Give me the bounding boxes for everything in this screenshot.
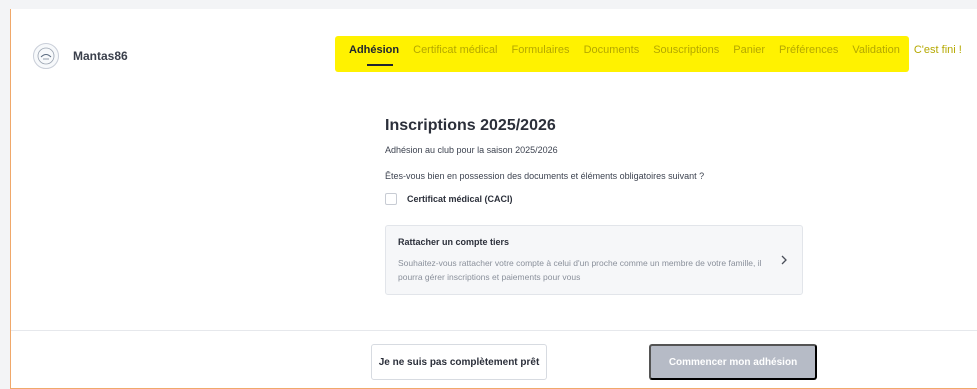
nav-step-cest-fini[interactable]: C'est fini ! <box>914 44 962 56</box>
caci-checkbox-row[interactable]: Certificat médical (CACI) <box>385 193 805 205</box>
brand[interactable]: Mantas86 <box>33 43 128 69</box>
nav-step-panier[interactable]: Panier <box>733 44 765 56</box>
nav-step-validation[interactable]: Validation <box>852 44 900 56</box>
not-ready-button[interactable]: Je ne suis pas complètement prêt <box>371 344 547 380</box>
requirements-question: Êtes-vous bien en possession des documen… <box>385 171 705 181</box>
nav-step-preferences[interactable]: Préférences <box>779 44 838 56</box>
page-subtitle: Adhésion au club pour la saison 2025/202… <box>385 145 558 155</box>
nav-step-certificat-medical[interactable]: Certificat médical <box>413 44 497 56</box>
page-title: Inscriptions 2025/2026 <box>385 117 556 134</box>
start-membership-button[interactable]: Commencer mon adhésion <box>649 344 817 380</box>
active-step-underline <box>367 64 393 66</box>
footer-divider <box>11 330 977 331</box>
club-name: Mantas86 <box>73 49 128 63</box>
nav-step-documents[interactable]: Documents <box>584 44 640 56</box>
card-description: Souhaitez-vous rattacher votre compte à … <box>398 258 762 282</box>
chevron-right-icon[interactable] <box>780 254 790 266</box>
nav-step-formulaires[interactable]: Formulaires <box>511 44 569 56</box>
caci-checkbox[interactable] <box>385 193 397 205</box>
header: Mantas86 Adhésion Certificat médical For… <box>11 9 977 85</box>
app-frame: Mantas86 Adhésion Certificat médical For… <box>10 9 977 389</box>
nav-step-souscriptions[interactable]: Souscriptions <box>653 44 719 56</box>
link-third-party-account-card[interactable]: Rattacher un compte tiers Souhaitez-vous… <box>385 225 803 295</box>
caci-checkbox-label[interactable]: Certificat médical (CACI) <box>407 194 513 204</box>
club-logo-icon <box>33 43 59 69</box>
card-title: Rattacher un compte tiers <box>398 237 510 247</box>
step-navigation: Adhésion Certificat médical Formulaires … <box>349 44 976 56</box>
nav-step-adhesion[interactable]: Adhésion <box>349 44 399 56</box>
main-content: Inscriptions 2025/2026 Adhésion au club … <box>385 117 805 295</box>
